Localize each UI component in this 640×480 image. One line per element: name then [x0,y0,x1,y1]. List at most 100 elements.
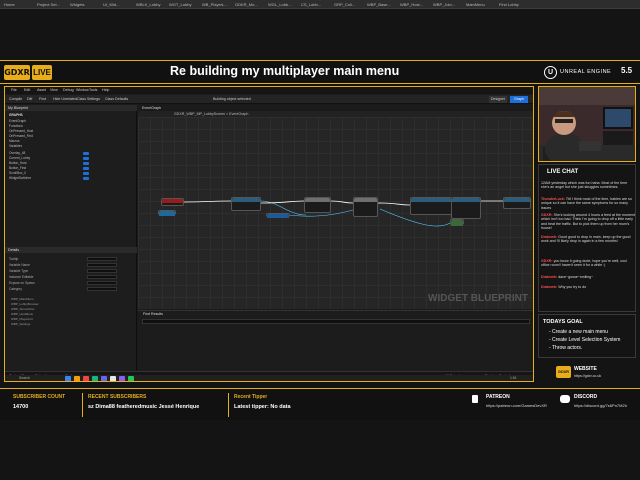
toolbar-button[interactable]: Class Defaults [105,97,128,101]
stream-info-bar: SUBSCRIBER COUNT 14700 RECENT SUBSCRIBER… [0,388,640,420]
menu-asset[interactable]: Asset [37,88,46,92]
function-node-3[interactable] [353,197,378,217]
function-node-2[interactable] [304,197,331,213]
browser-tab[interactable]: WBP_Join... [433,1,464,8]
variable-row[interactable]: ScrollBox_0 [9,171,135,175]
taskbar-app-icon[interactable] [101,376,107,381]
tree-item[interactable]: Functions [9,124,23,128]
cast-node[interactable] [450,219,464,226]
taskbar-app-icon[interactable] [92,376,98,381]
browser-tab[interactable]: MainMenu [466,1,497,8]
details-row-field[interactable] [87,275,117,279]
details-list-item[interactable]: WBP_LobbyBrowser [11,302,39,306]
browser-tab[interactable]: Project Set... [37,1,68,8]
taskbar-app-icon[interactable] [110,376,116,381]
browser-tab[interactable]: GDKR_Mo... [235,1,266,8]
variable-row[interactable]: WidgetSwitcher [9,176,135,180]
chat-message: GDXR: She's looking around 4 hours a fee… [541,213,635,231]
browser-tab[interactable]: WGL_Lobb... [268,1,299,8]
taskbar-app-icon[interactable] [74,376,80,381]
browser-tab[interactable]: WBP_Base... [367,1,398,8]
variable-row[interactable]: Overlay_48 [9,151,135,155]
details-row: Variable Name [9,263,135,268]
browser-tab[interactable]: GRP_Coll... [334,1,365,8]
details-row-field[interactable] [87,269,117,273]
browser-tab[interactable]: UI_Wid... [103,1,134,8]
website-logo: GDXR [556,366,571,378]
menu-view[interactable]: View [50,88,58,92]
event-node[interactable] [161,198,184,206]
chat-message: Drakewh: Why you try to do [541,285,635,289]
recent-tipper-value: Latest tipper: No data [234,404,291,410]
toolbar-button[interactable]: Building object selected [213,97,251,101]
details-list-item[interactable]: WBP_HostMenu [11,312,33,316]
discord-url[interactable]: https://discord.gg/7s6Pn7M2h [574,403,627,408]
discord-icon [560,395,570,403]
live-chat-panel: LIVE CHAT 12AM yesterday which was fun h… [538,164,636,312]
function-node-4[interactable] [410,197,452,215]
variable-type-pill [83,156,89,160]
browser-tab[interactable]: WBP_Host... [400,1,431,8]
toolbar-button[interactable]: Compile [9,97,22,101]
details-row-field[interactable] [87,263,117,267]
details-row-field[interactable] [87,257,117,261]
details-list-item[interactable]: WBP_MainMenu [11,297,34,301]
details-row-field[interactable] [87,281,117,285]
tree-item[interactable]: Macros [9,139,19,143]
designer-mode-button[interactable]: Designer [489,96,507,103]
taskbar-app-icon[interactable] [83,376,89,381]
toolbar-button[interactable]: Hide Unrelated [53,97,77,101]
tree-item[interactable]: EventGraph [9,119,26,123]
details-row-field[interactable] [87,287,117,291]
details-list-item[interactable]: WBP_ServerRow [11,307,34,311]
details-list-item[interactable]: WBP_PlayerList [11,317,33,321]
variable-row[interactable]: Button_Host [9,161,135,165]
patreon-url[interactable]: https://patreon.com/GamesDevXR [486,403,547,408]
menu-edit[interactable]: Edit [24,88,30,92]
toolbar-button[interactable]: Diff [27,97,32,101]
variable-row[interactable]: Button_Find [9,166,135,170]
blueprint-graph-canvas[interactable]: EventGraph GDXR_WBP_MP_LobbyScreen > Eve… [138,105,533,309]
toolbar-button[interactable]: Find [39,97,46,101]
function-node-1[interactable] [231,197,261,211]
taskbar-app-icon[interactable] [65,376,71,381]
browser-tab[interactable]: CS_Lobb... [301,1,332,8]
browser-tab[interactable]: WB_PlayerL... [202,1,233,8]
taskbar-app-icon[interactable] [119,376,125,381]
menu-tools[interactable]: Tools [89,88,97,92]
widget-blueprint-watermark: WIDGET BLUEPRINT [428,293,528,304]
tree-item[interactable]: Variables [9,144,22,148]
variable-name: Current_Lobby [9,156,31,160]
website-url[interactable]: https://gdxr.co.uk [574,374,601,378]
taskbar-search[interactable]: Search [19,376,30,380]
chat-message: ThunderLuck: Tbf I think most of the tim… [541,197,635,210]
function-node-6[interactable] [503,197,531,209]
details-row: Variable Type [9,269,135,274]
browser-tab[interactable]: WBLK_Lobby [136,1,167,8]
function-node-5[interactable] [451,197,481,219]
browser-tab[interactable]: Home [4,1,35,8]
toolbar-button[interactable]: Class Settings [77,97,100,101]
graph-mode-button[interactable]: Graph [510,96,528,103]
browser-tab[interactable]: WGT_Lobby [169,1,200,8]
variable-type-pill [83,161,89,165]
menu-window[interactable]: Window [76,88,89,92]
taskbar-app-icon[interactable] [128,376,134,381]
goals-title: TODAYS GOAL [543,319,583,325]
menu-debug[interactable]: Debug [63,88,74,92]
reroute-node[interactable] [266,213,290,218]
my-blueprint-panel: My Blueprint GRAPHS Details EventGraph Fu… [5,105,137,371]
graphs-heading: GRAPHS [9,113,23,117]
chat-username: ThunderLuck: [541,197,565,201]
browser-tab[interactable]: Find Lobby [499,1,530,8]
browser-tab[interactable]: Widgets [70,1,101,8]
details-list-item[interactable]: WBP_Settings [11,322,30,326]
tree-item[interactable]: OnPressed_Host [9,129,33,133]
variable-row[interactable]: Current_Lobby [9,156,135,160]
menu-file[interactable]: File [11,88,17,92]
variable-get-node[interactable] [158,210,176,216]
tree-item[interactable]: OnPressed_Find [9,134,33,138]
chat-username: Drakewh: [541,235,558,239]
menu-help[interactable]: Help [102,88,109,92]
find-results-search-input[interactable] [142,319,530,324]
